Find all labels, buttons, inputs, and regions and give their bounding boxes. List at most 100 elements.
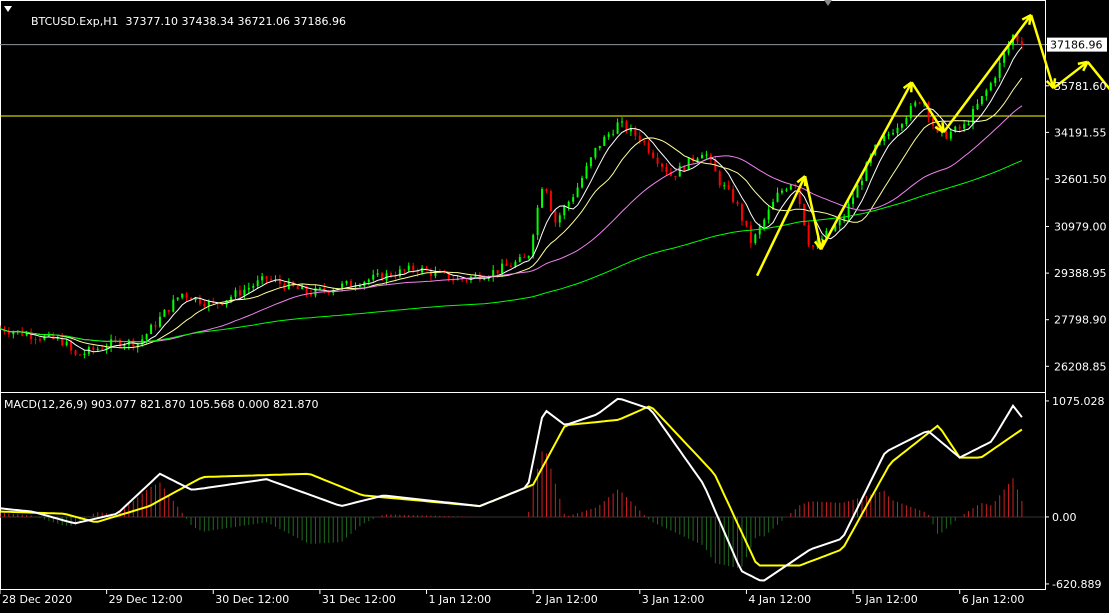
candle-body (994, 77, 997, 84)
candle-body (661, 163, 664, 167)
candle-body (181, 293, 184, 298)
candle-body (296, 286, 299, 290)
ma_mid-line (0, 77, 1023, 349)
candle-body (900, 124, 903, 128)
candle-body (247, 287, 250, 290)
arrow-segment (803, 175, 823, 250)
macd-y-tick-label: 0.00 (1052, 511, 1077, 524)
candle-body (914, 102, 917, 106)
candle-body (1003, 53, 1006, 63)
candle-body (967, 124, 970, 126)
candle-body (656, 157, 659, 164)
candle-body (812, 245, 815, 247)
candle-body (412, 265, 415, 271)
candle-body (376, 273, 379, 275)
candle-body (270, 279, 273, 281)
candle-body (856, 184, 859, 198)
chart-window[interactable]: 37186.96 35781.60 34191.55 32601.50 30979.00… (0, 0, 1109, 609)
candle-body (598, 145, 601, 149)
ohlc-values: 37377.10 37438.34 36721.06 37186.96 (125, 15, 346, 28)
candle-body (514, 261, 517, 267)
candle-body (65, 341, 68, 346)
candle-body (158, 316, 161, 327)
candle-body (767, 209, 770, 220)
candle-body (780, 190, 783, 193)
candle-body (847, 204, 850, 218)
candle-body (972, 109, 975, 125)
candle-body (7, 331, 10, 335)
candle-body (518, 257, 521, 262)
candle-body (96, 348, 99, 350)
candle-body (154, 324, 157, 327)
candle-body (616, 122, 619, 134)
macd-header: MACD(12,26,9) 903.077 821.870 105.568 0.… (4, 398, 319, 411)
candle-body (549, 191, 552, 211)
current-price-label: 37186.96 (1050, 39, 1103, 52)
x-tick-label: 4 Jan 12:00 (748, 593, 811, 606)
x-tick-label: 28 Dec 2020 (2, 593, 72, 606)
y-tick-label: 29388.95 (1054, 267, 1107, 280)
candle-body (758, 226, 761, 235)
candle-body (572, 197, 575, 202)
candle-body (980, 96, 983, 105)
candle-body (963, 124, 966, 129)
candle-body (403, 269, 406, 271)
candle-body (341, 283, 344, 289)
y-axis-labels: 37186.96 35781.60 34191.55 32601.50 30979.00… (1045, 37, 1107, 591)
candle-body (318, 287, 321, 289)
triangle-down-icon[interactable] (4, 6, 12, 12)
candle-body (345, 280, 348, 284)
candle-body (358, 285, 361, 287)
candle-body (12, 332, 15, 335)
x-tick-label: 30 Dec 12:00 (215, 593, 289, 606)
shift-marker-icon (824, 0, 832, 6)
candle-body (745, 220, 748, 226)
candle-body (621, 121, 624, 123)
candle-body (541, 189, 544, 208)
candle-body (394, 276, 397, 278)
candle-body (78, 354, 81, 356)
candle-body (349, 280, 352, 287)
symbol-label: BTCUSD.Exp,H1 (31, 15, 119, 28)
candle-body (603, 136, 606, 146)
candle-body (114, 339, 117, 341)
candle-body (496, 270, 499, 274)
candle-body (700, 155, 703, 159)
candle-body (612, 133, 615, 135)
x-tick-label: 1 Jan 12:00 (429, 593, 492, 606)
candle-body (74, 350, 77, 355)
candle-body (905, 118, 908, 125)
candle-body (70, 341, 73, 351)
macd-y-tick-label: 1075.028 (1052, 395, 1105, 408)
candle-body (896, 127, 899, 134)
y-tick-label: 34191.55 (1054, 126, 1107, 139)
y-tick-label: 30979.00 (1054, 221, 1107, 234)
candle-body (545, 189, 548, 192)
candle-body (740, 204, 743, 221)
candle-body (789, 184, 792, 190)
candle-body (1020, 41, 1023, 45)
candle-body (607, 134, 610, 137)
candle-body (83, 353, 86, 355)
candle-body (687, 157, 690, 171)
chart-canvas[interactable]: 37186.96 35781.60 34191.55 32601.50 30979.00… (0, 0, 1109, 609)
macd-main-line (0, 397, 1023, 582)
candle-body (372, 274, 375, 280)
candle-body (727, 185, 730, 189)
y-tick-label: 27798.90 (1054, 314, 1107, 327)
candle-body (230, 296, 233, 301)
candle-body (301, 286, 304, 290)
candle-body (958, 126, 961, 129)
candle-body (172, 299, 175, 312)
candle-body (718, 171, 721, 186)
candle-body (536, 207, 539, 235)
candle-body (732, 188, 735, 203)
candle-body (407, 265, 410, 271)
candle-body (532, 234, 535, 256)
candle-body (234, 290, 237, 297)
candle-body (567, 201, 570, 207)
y-tick-label: 32601.50 (1054, 173, 1107, 186)
x-axis-labels: 28 Dec 2020 29 Dec 12:00 30 Dec 12:00 31 De… (0, 590, 1024, 606)
candle-body (558, 215, 561, 223)
candle-body (167, 309, 170, 312)
